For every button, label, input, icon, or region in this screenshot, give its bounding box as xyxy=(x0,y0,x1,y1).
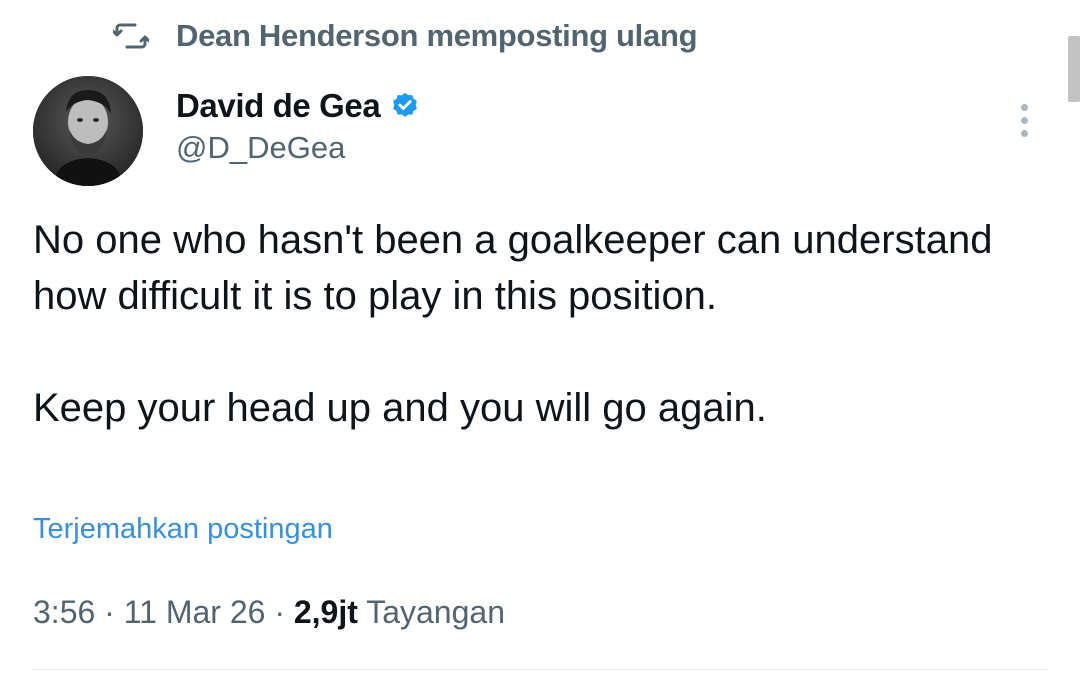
more-dot-icon xyxy=(1020,103,1028,111)
scrollbar-thumb[interactable] xyxy=(1068,36,1080,102)
tweet-time[interactable]: 3:56 xyxy=(33,594,95,630)
more-dot-icon xyxy=(1020,129,1028,137)
tweet-paragraph-2: Keep your head up and you will go again. xyxy=(33,386,767,430)
more-options-button[interactable] xyxy=(1008,98,1040,142)
tweet-body: No one who hasn't been a goalkeeper can … xyxy=(33,212,1013,436)
views-label: Tayangan xyxy=(366,594,505,630)
more-dot-icon xyxy=(1020,116,1028,124)
verified-badge-icon xyxy=(390,91,420,121)
tweet-meta: 3:56 · 11 Mar 26 · 2,9jt Tayangan xyxy=(33,594,505,631)
views-count[interactable]: 2,9jt xyxy=(294,594,358,630)
repost-indicator[interactable]: Dean Henderson memposting ulang xyxy=(112,14,698,58)
author-handle[interactable]: @D_DeGea xyxy=(176,130,345,166)
author-name[interactable]: David de Gea xyxy=(176,87,381,125)
tweet-date[interactable]: 11 Mar 26 xyxy=(124,594,266,630)
meta-separator: · xyxy=(265,594,294,630)
repost-text: Dean Henderson memposting ulang xyxy=(176,18,698,53)
divider xyxy=(33,669,1047,670)
author-name-row[interactable]: David de Gea xyxy=(176,84,420,128)
translate-post-link[interactable]: Terjemahkan postingan xyxy=(33,513,333,546)
avatar[interactable] xyxy=(33,76,143,186)
repost-icon xyxy=(112,21,150,51)
tweet-paragraph-1: No one who hasn't been a goalkeeper can … xyxy=(33,218,993,318)
meta-separator: · xyxy=(95,594,124,630)
